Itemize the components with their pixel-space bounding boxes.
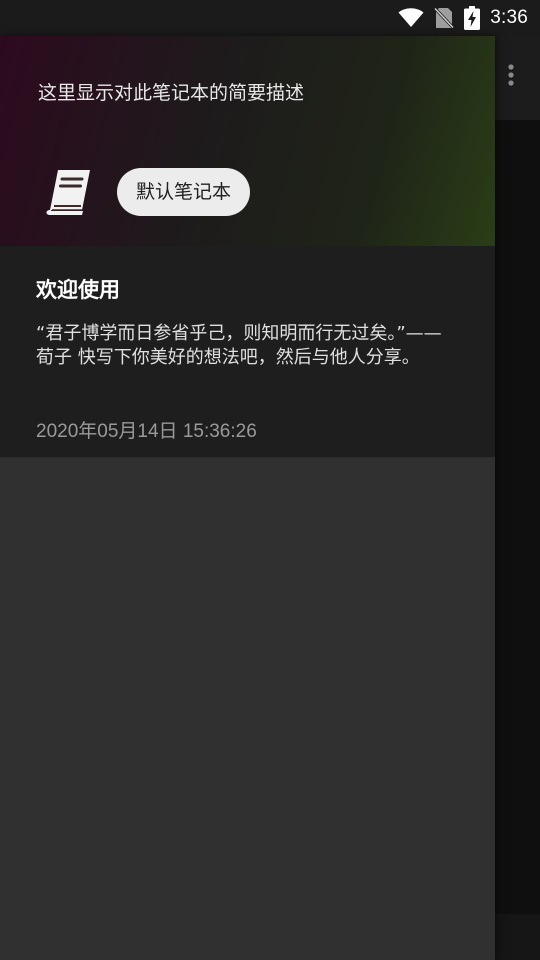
status-bar: 3:36 (0, 0, 540, 36)
note-title: 欢迎使用 (36, 278, 120, 302)
wifi-icon (398, 8, 424, 28)
drawer-header: 这里显示对此笔记本的简要描述 默认笔记本 (0, 36, 495, 246)
notebook-description: 这里显示对此笔记本的简要描述 (38, 82, 305, 104)
book-icon (42, 166, 96, 218)
more-vert-icon[interactable] (499, 62, 523, 92)
note-content: “君子博学而日参省乎己，则知明而行无过矣。”——荀子 快写下你美好的想法吧，然后… (36, 323, 442, 368)
status-time: 3:36 (490, 7, 528, 28)
background-toolbar (495, 36, 540, 120)
note-timestamp: 2020年05月14日 15:36:26 (36, 421, 257, 442)
no-sim-icon (434, 7, 455, 29)
battery-charging-icon (464, 6, 481, 30)
screen: 3:36 这里显示对此笔记本的简要描述 默认笔记本 欢迎使用 “君子博学而日参省… (0, 0, 540, 960)
note-item[interactable]: 欢迎使用 “君子博学而日参省乎己，则知明而行无过矣。”——荀子 快写下你美好的想… (0, 246, 495, 458)
background-app (495, 36, 540, 960)
background-bottom-bar (495, 914, 540, 960)
navigation-drawer: 这里显示对此笔记本的简要描述 默认笔记本 欢迎使用 “君子博学而日参省乎己，则知… (0, 36, 495, 960)
notebook-selector-chip[interactable]: 默认笔记本 (117, 168, 251, 216)
status-icons: 3:36 (398, 0, 528, 36)
